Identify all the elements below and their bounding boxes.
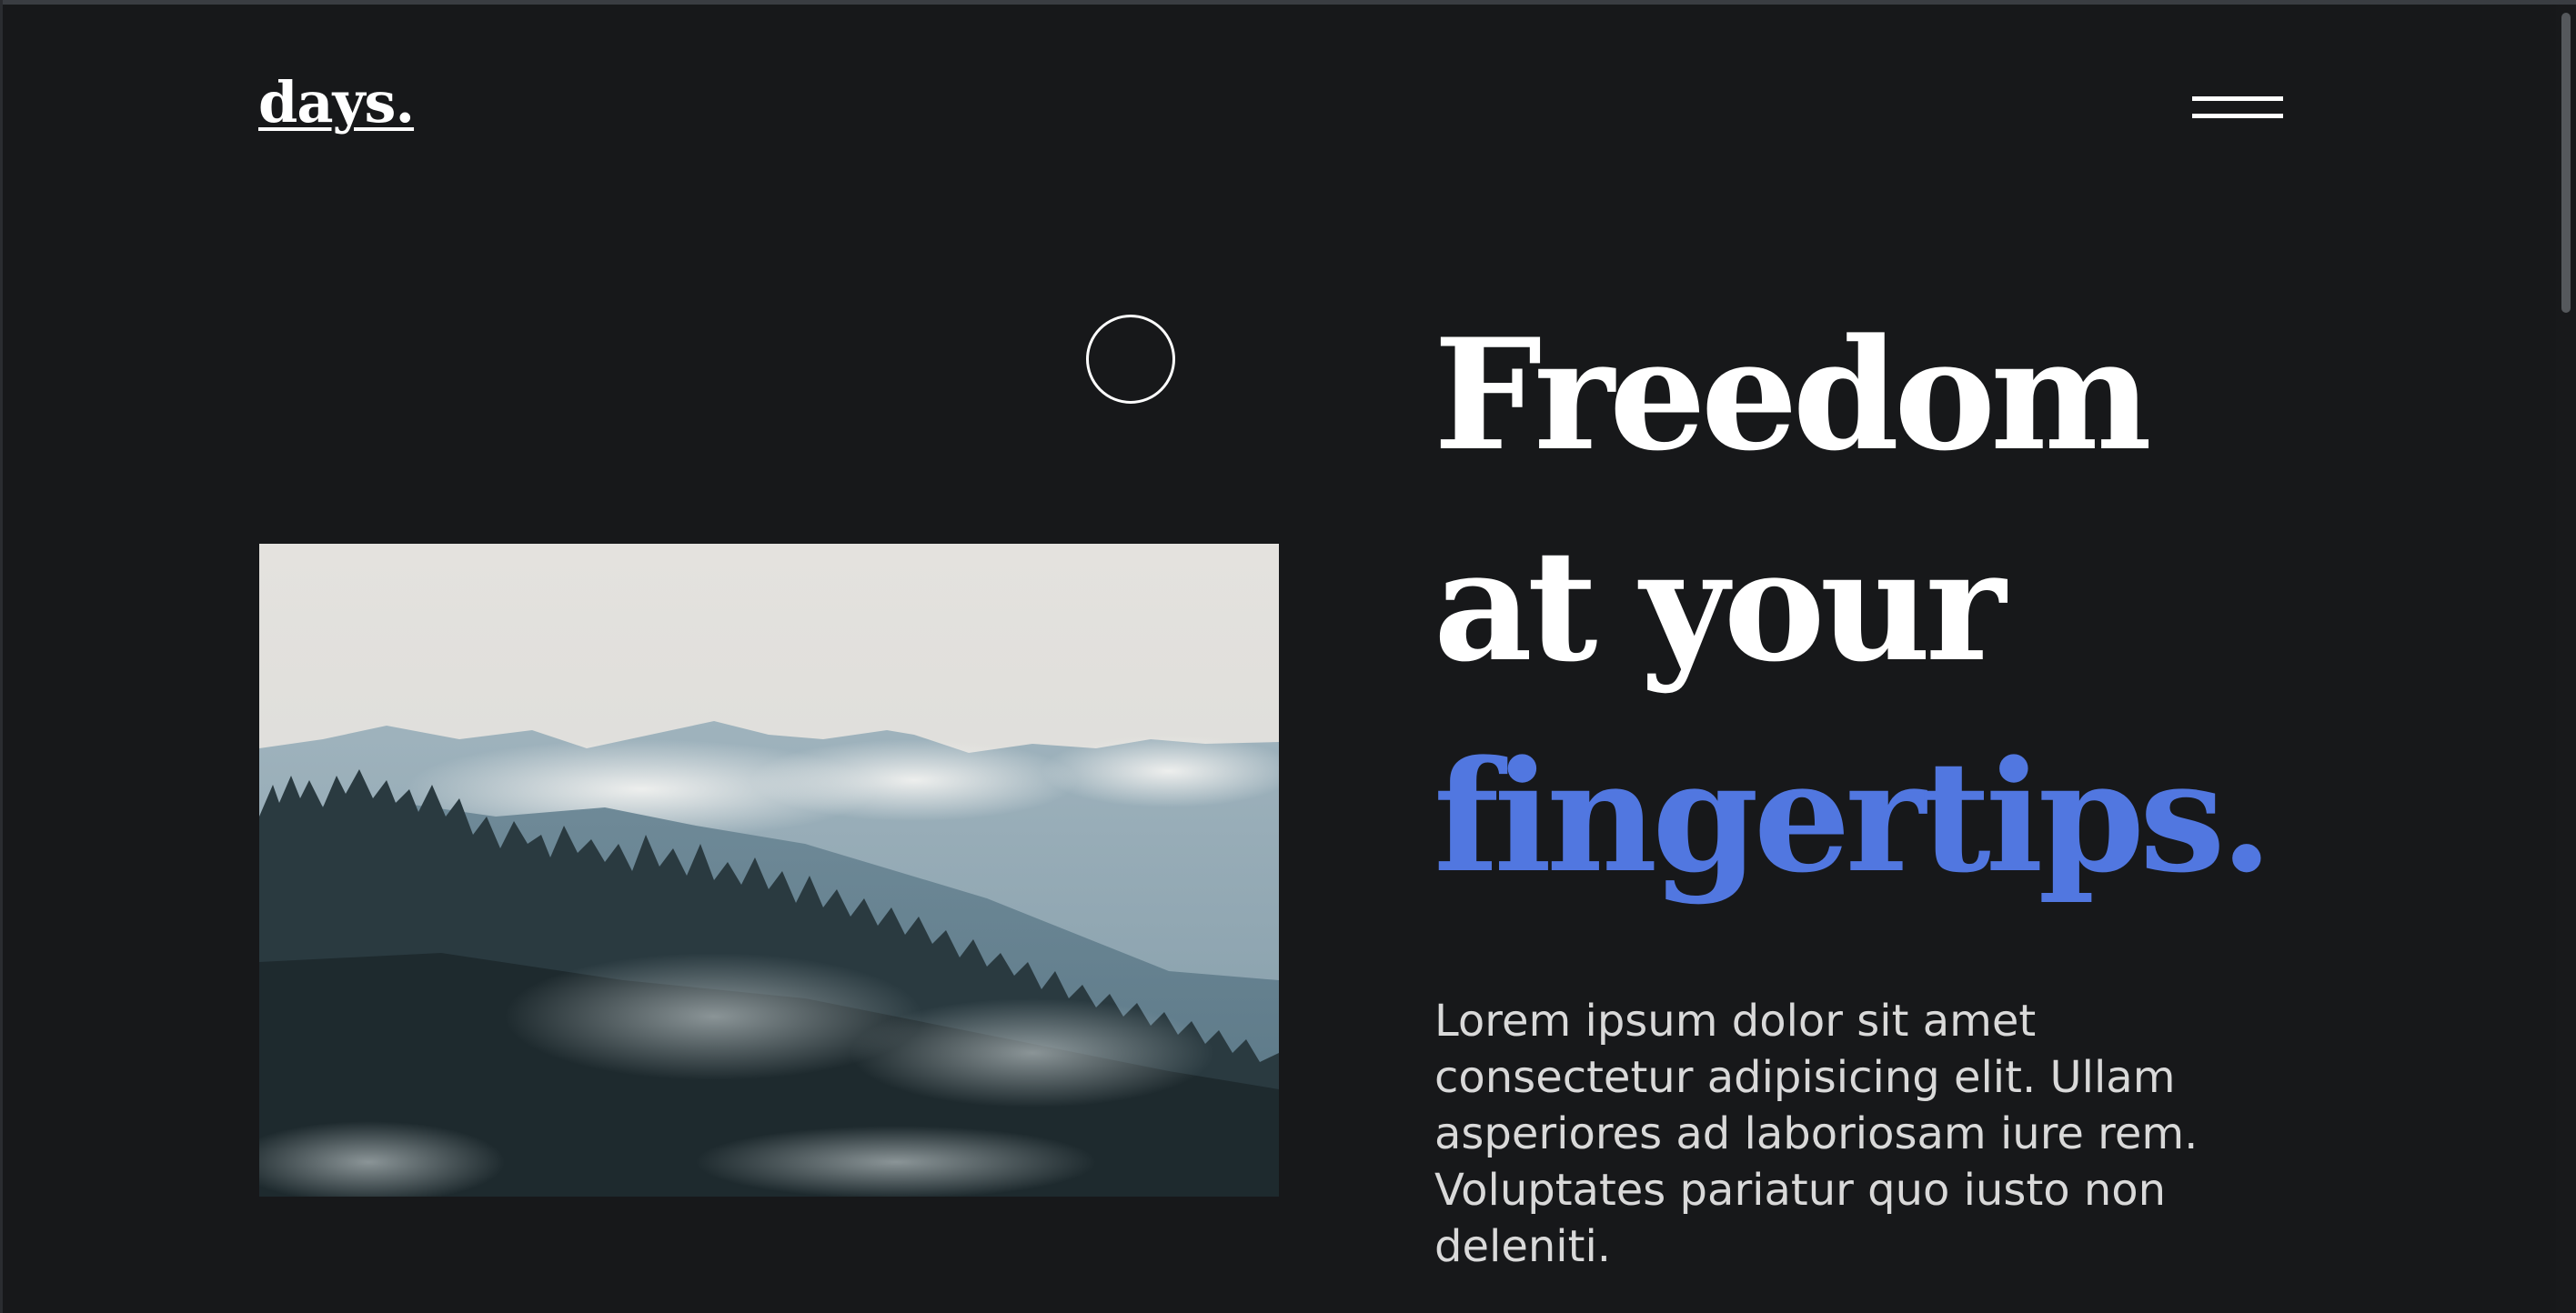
scrollbar-thumb[interactable] [2561, 13, 2571, 313]
headline-line-2: at your [1434, 516, 2006, 696]
scrollbar-track[interactable] [2556, 5, 2576, 1313]
menu-line-bottom [2192, 114, 2283, 118]
hero-headline: Freedom at your fingertips. [1434, 289, 2273, 922]
site-logo[interactable]: days. [258, 75, 415, 131]
hero-description: Lorem ipsum dolor sit amet consectetur a… [1434, 996, 2199, 1272]
headline-line-1: Freedom [1434, 305, 2152, 485]
hero-image [259, 544, 1279, 1197]
menu-line-top [2192, 96, 2283, 101]
cursor-ring-icon [1086, 315, 1175, 404]
menu-button[interactable] [2187, 91, 2289, 127]
mountain-forest-image [259, 544, 1279, 1197]
window-left-border [0, 0, 3, 1313]
window-top-border [0, 0, 2576, 5]
headline-line-3-accent: fingertips. [1434, 727, 2273, 907]
